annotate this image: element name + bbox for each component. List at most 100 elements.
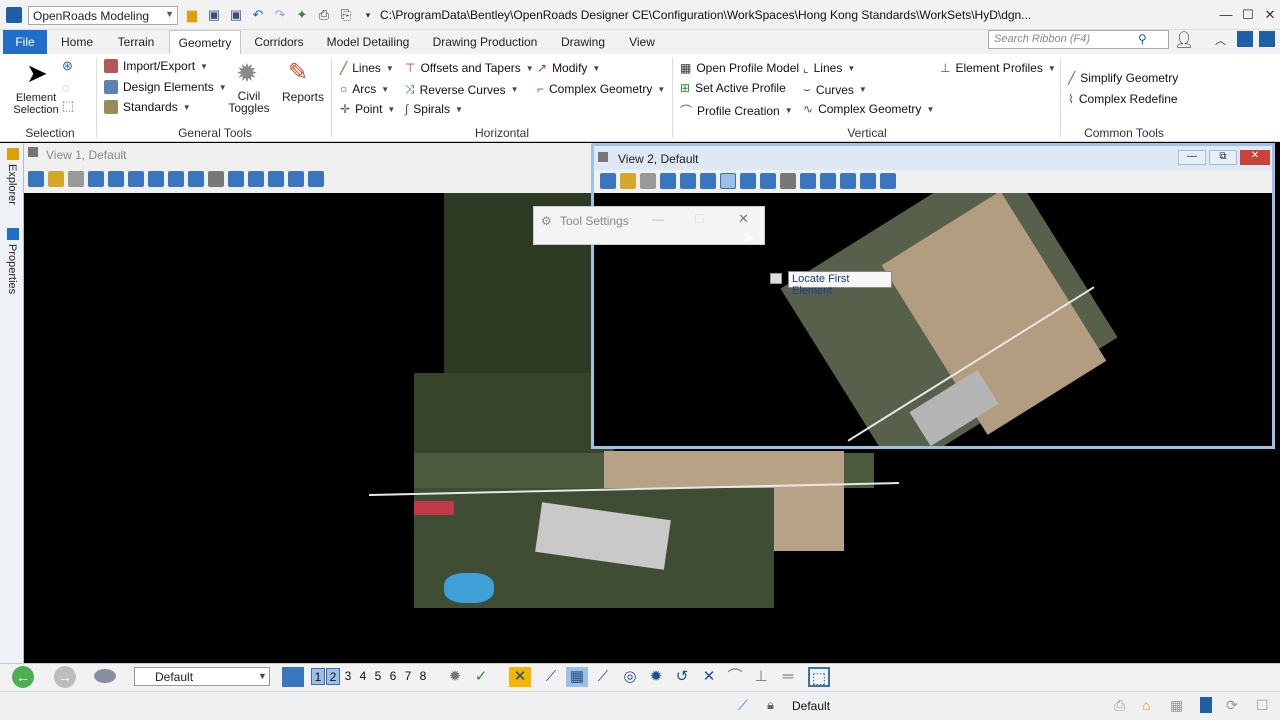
redo-icon[interactable]: ↷ [272,7,288,23]
forward-icon[interactable]: → [54,666,76,688]
simplify-geometry-button[interactable]: ╱ Simplify Geometry [1068,71,1178,85]
element-profiles-button[interactable]: ⊥ Element Profiles ▼ [940,61,1056,75]
copy-view-icon[interactable] [840,173,856,189]
lighting-icon[interactable] [640,173,656,189]
view-toggle-4[interactable]: 4 [356,668,370,685]
maximize-icon[interactable]: ☐ [1238,7,1258,23]
zoom-in-icon[interactable] [108,171,124,187]
view2-restore-icon[interactable]: ⧉ [1209,150,1237,165]
collapse-ribbon-icon[interactable]: ︿ [1215,32,1226,48]
set-active-profile-button[interactable]: ⊞ Set Active Profile [680,81,786,95]
print-status-icon[interactable]: ⎙ [1114,697,1125,714]
zoom-out-icon[interactable] [700,173,716,189]
chevron-down-icon[interactable]: ▼ [258,671,267,681]
rotate-view-icon[interactable] [760,173,776,189]
view-toggle-1[interactable]: 1 [311,668,325,685]
search-icon[interactable]: ⚲ [1138,32,1147,46]
import-export-button[interactable]: Import/Export ▼ [104,59,208,73]
snap-parallel-icon[interactable]: ═ [777,667,799,687]
view2-titlebar[interactable]: View 2, Default — ⧉ ✕ [594,146,1272,170]
settings-gear-icon[interactable]: ✹ [444,667,466,687]
fit-view-icon[interactable] [168,171,184,187]
active-model-icon[interactable] [94,669,116,683]
grid-status-icon[interactable]: ▦ [1170,697,1183,714]
view-previous-icon[interactable] [228,171,244,187]
arcs-button[interactable]: ○ Arcs ▼ [340,82,389,96]
camera-icon[interactable] [308,171,324,187]
view1-titlebar[interactable]: View 1, Default [24,143,591,165]
user-icon[interactable]: 👤︎ [1174,30,1194,50]
view-next-icon[interactable] [820,173,836,189]
maximize-icon[interactable]: ☐ [694,212,705,226]
snap-intersection-icon[interactable]: ✕ [698,667,720,687]
offsets-tapers-button[interactable]: ⊤ Offsets and Tapers ▼ [405,61,534,75]
tool-settings-dialog[interactable]: ⚙ Tool Settings — ☐ ✕ [533,206,765,245]
design-elements-button[interactable]: Design Elements ▼ [104,80,227,94]
view2-minimize-icon[interactable]: — [1178,150,1206,165]
fence-icon[interactable]: ◌ [62,80,70,95]
connect-icon[interactable] [1259,31,1275,47]
tab-corridors[interactable]: Corridors [248,30,310,54]
pan-view-icon[interactable] [780,173,796,189]
tab-view[interactable]: View [622,30,662,54]
spirals-button[interactable]: ∫ Spirals ▼ [405,102,463,116]
print-icon[interactable]: ⎙ [316,7,332,23]
window-area-icon[interactable] [148,171,164,187]
rotate-view-icon[interactable] [188,171,204,187]
app-icon[interactable] [6,7,22,23]
display-style-icon[interactable] [48,171,64,187]
reverse-curves-button[interactable]: ⤨ Reverse Curves ▼ [405,82,519,97]
curves-button[interactable]: ⌣ Curves ▼ [803,82,867,97]
snap-mode-icon[interactable]: ⬚ [808,667,830,687]
element-selection-button[interactable]: Element Selection [8,92,64,116]
open-icon[interactable]: ▆ [184,7,200,23]
copy-view-icon[interactable] [268,171,284,187]
view-previous-icon[interactable] [800,173,816,189]
pan-view-icon[interactable] [208,171,224,187]
lighting-icon[interactable] [68,171,84,187]
update-view-icon[interactable] [88,171,104,187]
explorer-icon[interactable] [7,148,19,160]
tab-home[interactable]: Home [52,30,102,54]
snap-arc-icon[interactable]: ⌒ [724,667,746,687]
snap-perpendicular-icon[interactable]: ⊥ [750,667,772,687]
close-icon[interactable]: ✕ [1260,7,1280,23]
minimize-icon[interactable]: — [652,212,664,226]
view2-close-icon[interactable]: ✕ [1240,150,1270,165]
view-menu-icon[interactable] [598,152,608,162]
v-complex-geometry-button[interactable]: ∿ Complex Geometry ▼ [803,102,934,116]
properties-tab[interactable]: Properties [6,244,18,294]
tab-model-detailing[interactable]: Model Detailing [322,30,414,54]
snap-nearest-icon[interactable]: ⟋ [540,667,562,687]
tab-file[interactable]: File [3,30,47,54]
save-icon[interactable]: ▣ [206,7,222,23]
minimize-icon[interactable]: — [1216,7,1236,22]
civil-toggles-icon[interactable]: ✹ [236,58,258,89]
accudraw-icon[interactable]: ⟋ [738,697,748,714]
v-lines-button[interactable]: ⌞ Lines ▼ [803,61,855,75]
snap-grid-icon[interactable]: ▦ [566,667,588,687]
file-status-icon[interactable] [1200,697,1212,713]
select-all-icon[interactable]: ⊛ [62,58,73,74]
snap-tangent-icon[interactable]: ↺ [671,667,693,687]
explorer-tab[interactable]: Explorer [6,164,18,205]
complex-redefine-button[interactable]: ⌇ Complex Redefine [1068,92,1178,106]
standards-button[interactable]: Standards ▼ [104,100,191,114]
view-toggle-2[interactable]: 2 [326,668,340,685]
zoom-in-icon[interactable] [680,173,696,189]
reports-button[interactable]: Reports [280,90,326,104]
snap-midpoint-icon[interactable]: ⟋ [592,667,614,687]
point-button[interactable]: ✛ Point ▼ [340,102,395,116]
element-selection-icon[interactable]: ➤ [26,58,48,89]
window-area-icon[interactable] [720,173,736,189]
fit-view-icon[interactable] [740,173,756,189]
view-next-icon[interactable] [248,171,264,187]
status-level[interactable]: Default [792,699,830,713]
snap-origin-icon[interactable]: ✹ [645,667,667,687]
lock-icon[interactable]: 🔒︎ [767,697,774,713]
active-level-select[interactable]: Default [134,667,270,686]
help-app-icon[interactable] [1237,31,1253,47]
display-style-icon[interactable] [620,173,636,189]
workflow-select[interactable]: OpenRoads Modeling ▼ [28,6,178,25]
selection-mode-icon[interactable]: ⬚ [62,98,74,114]
